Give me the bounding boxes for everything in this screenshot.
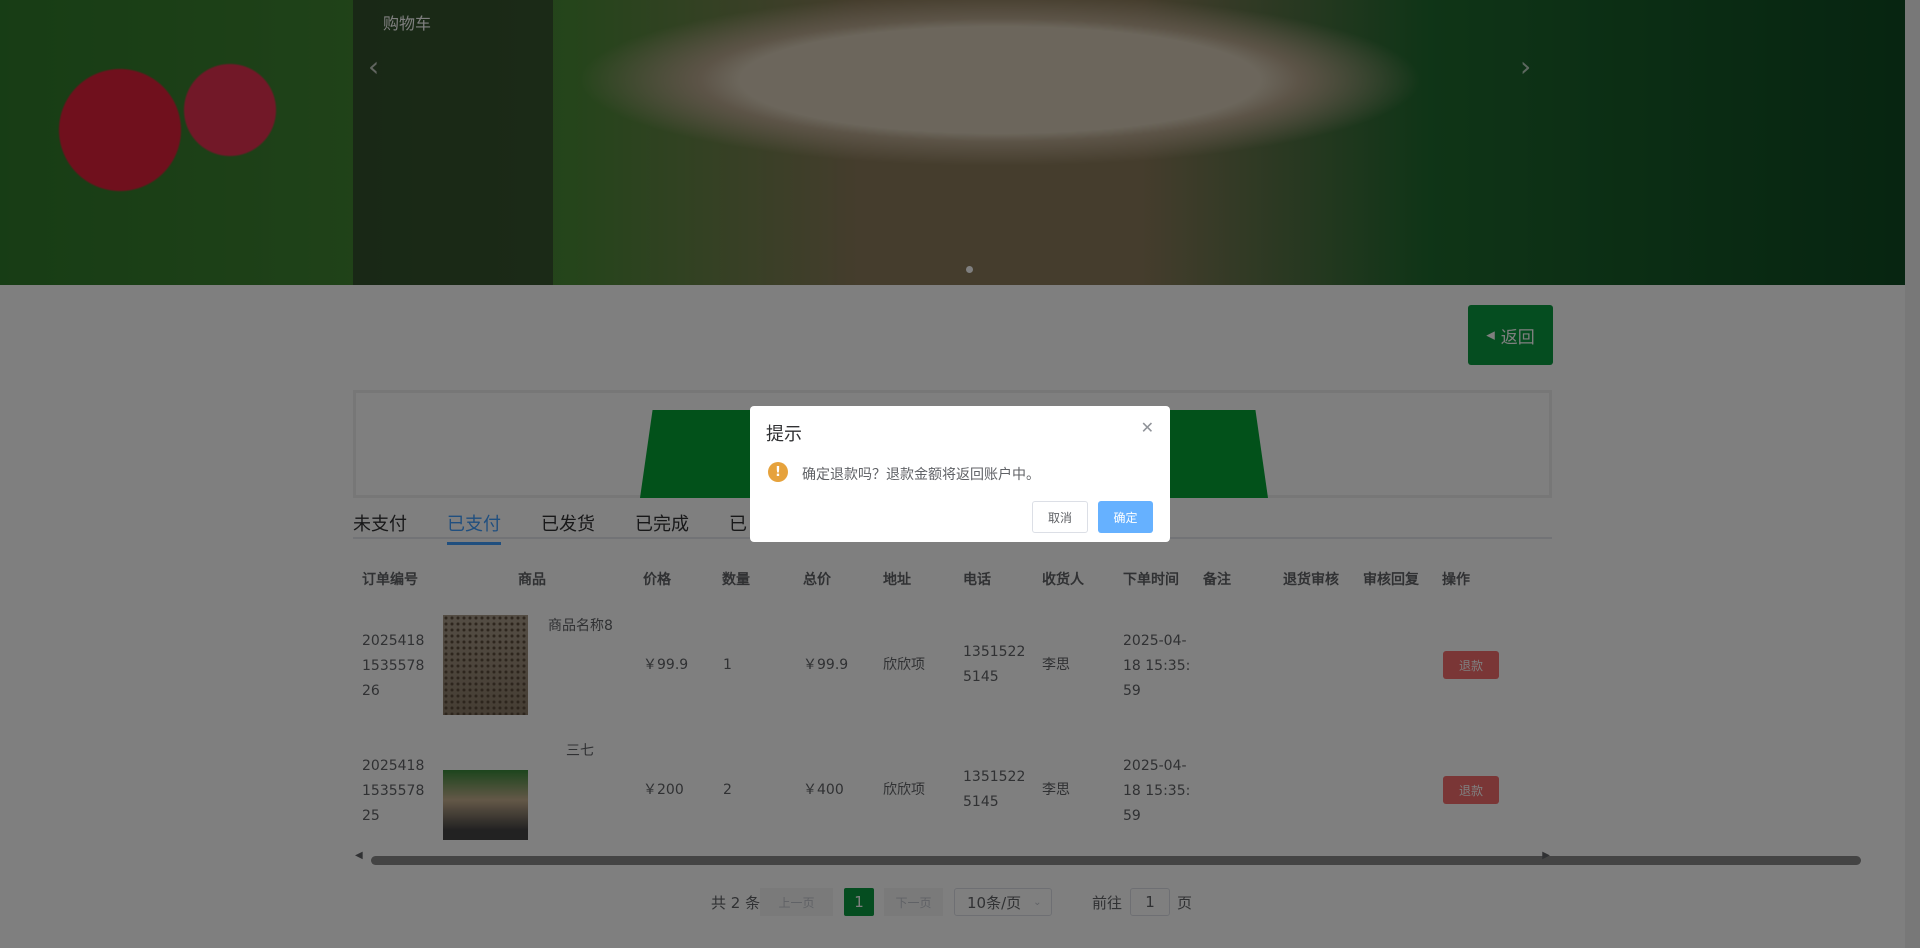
close-icon[interactable]: ✕: [1141, 418, 1154, 437]
dialog-title: 提示: [766, 424, 802, 445]
dialog-message: 确定退款吗？退款金额将返回账户中。: [802, 467, 1040, 483]
confirm-button[interactable]: 确定: [1098, 501, 1153, 533]
confirm-dialog: 提示 ✕ ! 确定退款吗？退款金额将返回账户中。 取消 确定: [750, 406, 1170, 542]
warning-icon: !: [768, 462, 788, 482]
cancel-button[interactable]: 取消: [1032, 501, 1088, 533]
